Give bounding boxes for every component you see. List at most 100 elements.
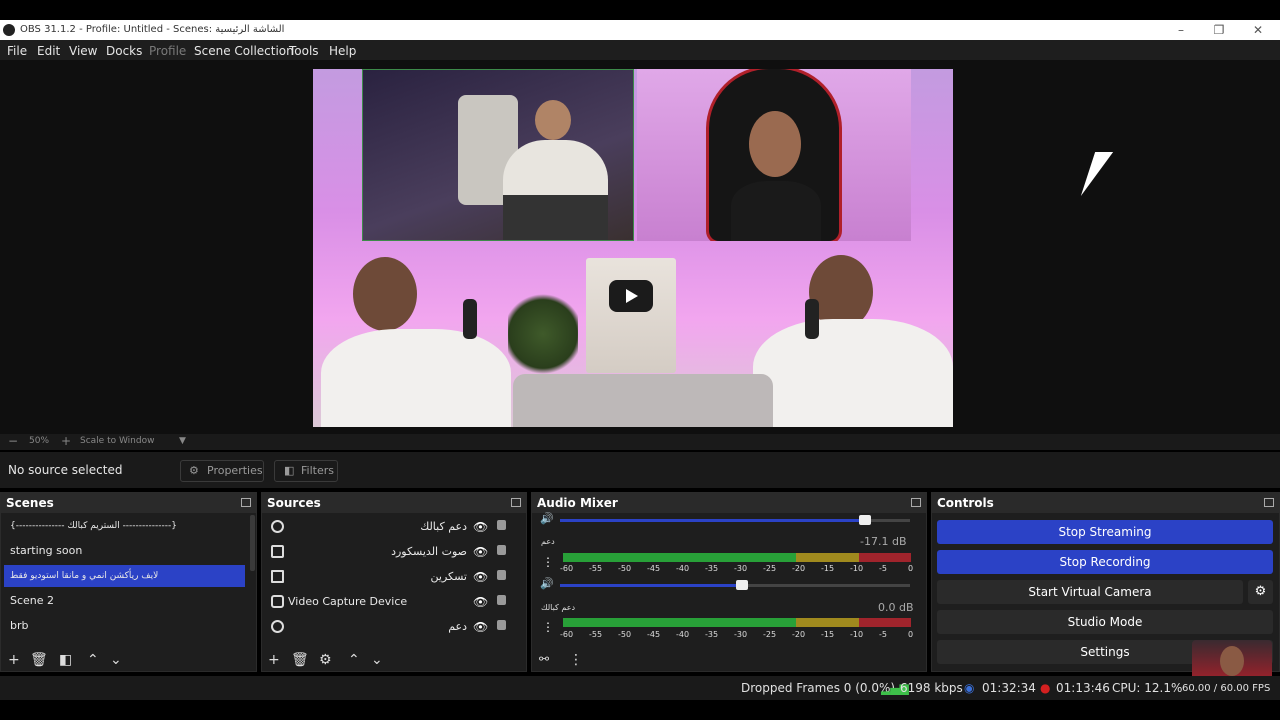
virtual-camera-gear-icon[interactable]: ⚙ [1248, 580, 1273, 604]
meter-tick-label: -40 [676, 630, 690, 639]
properties-button[interactable]: ⚙ Properties [180, 460, 264, 482]
remove-scene-button[interactable]: 🗑 [30, 652, 48, 668]
meter-tick-label: -55 [589, 564, 603, 573]
scene-item-selected[interactable]: لايف ريأكشن انمي و مانقا استوديو فقط [4, 565, 245, 587]
visibility-eye-icon[interactable]: 👁 [473, 570, 488, 584]
speaker-icon[interactable]: 🔊 [540, 577, 554, 590]
source-row[interactable]: Video Capture Device 👁 [267, 590, 517, 614]
start-virtual-camera-button[interactable]: Start Virtual Camera [937, 580, 1243, 604]
zoom-out-button[interactable]: − [8, 434, 18, 448]
source-row[interactable]: دعم 👁 [267, 615, 517, 639]
channel-name: دعم [541, 537, 555, 546]
move-up-button[interactable]: ⌃ [348, 652, 360, 668]
filters-button[interactable]: ◧ Filters [274, 460, 338, 482]
visibility-eye-icon[interactable]: 👁 [473, 620, 488, 634]
meter-tick-label: -60 [560, 564, 574, 573]
studio-mode-button[interactable]: Studio Mode [937, 610, 1273, 634]
speaker-icon[interactable]: 🔊 [540, 512, 554, 525]
scene-item[interactable]: {--------------- الستريم كبالك ---------… [4, 515, 245, 537]
meter-tick-label: -15 [821, 630, 835, 639]
lock-icon[interactable] [497, 620, 506, 630]
status-bar: Dropped Frames 0 (0.0%) ▂▄▆ 6198 kbps ◉ … [0, 676, 1280, 700]
advanced-audio-icon[interactable]: ⚯ [539, 652, 549, 666]
menu-profile[interactable]: Profile [149, 44, 186, 58]
zoom-in-button[interactable]: + [61, 434, 71, 448]
audio-output-icon [271, 545, 284, 558]
scene-item[interactable]: brb [4, 615, 245, 637]
volume-slider-1[interactable] [560, 515, 910, 525]
preview-canvas[interactable] [313, 69, 953, 427]
lock-icon[interactable] [497, 595, 506, 605]
person-3 [353, 257, 417, 331]
cpu-usage: CPU: 12.1% [1112, 681, 1183, 695]
volume-knob[interactable] [736, 580, 748, 590]
meter-tick-label: -50 [618, 630, 632, 639]
scene-item[interactable]: starting soon [4, 540, 245, 562]
plant [508, 289, 578, 379]
popout-icon[interactable] [241, 498, 251, 507]
chevron-down-icon[interactable]: ▼ [179, 436, 186, 446]
scenes-title: Scenes [1, 493, 256, 513]
stream-time: 01:32:34 [982, 681, 1036, 695]
title-bar: OBS 31.1.2 - Profile: Untitled - Scenes:… [0, 20, 1280, 40]
move-up-button[interactable]: ⌃ [87, 652, 99, 668]
source-row[interactable]: دعم كبالك 👁 [267, 515, 517, 539]
source-row[interactable]: تسكرين 👁 [267, 565, 517, 589]
source-row[interactable]: صوت الديسكورد 👁 [267, 540, 517, 564]
scrollbar[interactable] [250, 515, 255, 571]
volume-slider-2[interactable] [560, 580, 910, 590]
record-time: 01:13:46 [1056, 681, 1110, 695]
globe-icon [271, 620, 284, 633]
source-properties-button[interactable]: ⚙ [319, 652, 332, 668]
meter-tick-label: -30 [734, 564, 748, 573]
add-source-button[interactable]: + [268, 652, 280, 668]
sources-title: Sources [262, 493, 526, 513]
menu-view[interactable]: View [69, 44, 97, 58]
close-button[interactable]: ✕ [1248, 22, 1268, 38]
volume-knob[interactable] [859, 515, 871, 525]
popout-icon[interactable] [911, 498, 921, 507]
stream-icon: ◉ [964, 681, 975, 695]
lock-icon[interactable] [497, 570, 506, 580]
meter-tick-label: -20 [792, 630, 806, 639]
restore-button[interactable]: ❐ [1209, 22, 1229, 38]
menu-help[interactable]: Help [329, 44, 356, 58]
stop-streaming-button[interactable]: Stop Streaming [937, 520, 1273, 544]
globe-icon [271, 520, 284, 533]
move-down-button[interactable]: ⌄ [371, 652, 383, 668]
channel-menu-icon[interactable]: ⋮ [542, 555, 554, 569]
scene-item[interactable]: Scene 2 [4, 590, 245, 612]
window-title: OBS 31.1.2 - Profile: Untitled - Scenes:… [20, 24, 285, 35]
stop-recording-button[interactable]: Stop Recording [937, 550, 1273, 574]
minimize-button[interactable]: – [1171, 22, 1191, 38]
channel-menu-icon[interactable]: ⋮ [542, 620, 554, 634]
mixer-menu-icon[interactable]: ⋮ [569, 652, 583, 668]
lock-icon[interactable] [497, 520, 506, 530]
popout-icon[interactable] [511, 498, 521, 507]
scale-mode-select[interactable]: Scale to Window [80, 436, 154, 446]
meter-tick-label: -5 [879, 630, 887, 639]
move-down-button[interactable]: ⌄ [110, 652, 122, 668]
camera-feed-1 [362, 69, 634, 241]
visibility-eye-icon[interactable]: 👁 [473, 545, 488, 559]
no-source-label: No source selected [8, 463, 123, 477]
visibility-eye-icon[interactable]: 👁 [473, 520, 488, 534]
menu-docks[interactable]: Docks [106, 44, 142, 58]
lock-icon[interactable] [497, 545, 506, 555]
meter-tick-label: 0 [908, 564, 914, 573]
meter-tick-label: -45 [647, 564, 661, 573]
scene-filters-button[interactable]: ◧ [59, 652, 72, 668]
menu-tools[interactable]: Tools [289, 44, 319, 58]
scenes-dock: Scenes {--------------- الستريم كبالك --… [0, 492, 257, 672]
menu-scene-collection[interactable]: Scene Collection [194, 44, 294, 58]
meter-tick-label: -40 [676, 564, 690, 573]
menu-file[interactable]: File [7, 44, 27, 58]
visibility-eye-icon[interactable]: 👁 [473, 595, 488, 609]
channel-db: 0.0 dB [878, 601, 914, 614]
menu-edit[interactable]: Edit [37, 44, 60, 58]
channel-name: دعم كبالك [541, 603, 576, 612]
popout-icon[interactable] [1264, 498, 1274, 507]
add-scene-button[interactable]: + [8, 652, 20, 668]
meter-tick-label: -55 [589, 630, 603, 639]
remove-source-button[interactable]: 🗑 [291, 652, 309, 668]
